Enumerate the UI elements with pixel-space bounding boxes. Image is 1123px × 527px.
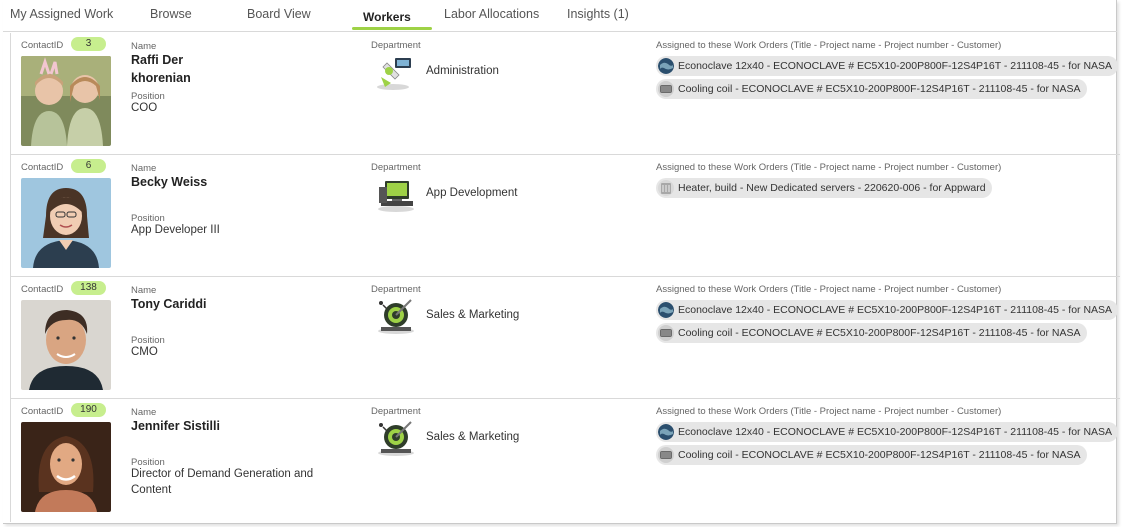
tab-insights[interactable]: Insights (1)	[567, 7, 629, 21]
tab-my-assigned-work[interactable]: My Assigned Work	[10, 7, 113, 21]
work-order-text: Heater, build - New Dedicated servers - …	[678, 182, 986, 194]
tab-browse[interactable]: Browse	[150, 7, 192, 21]
work-order-pill[interactable]: Cooling coil - ECONOCLAVE # EC5X10-200P8…	[656, 445, 1087, 465]
work-order-text: Econoclave 12x40 - ECONOCLAVE # EC5X10-2…	[678, 60, 1113, 72]
work-order-pill[interactable]: Heater, build - New Dedicated servers - …	[656, 178, 992, 198]
work-order-pill[interactable]: Econoclave 12x40 - ECONOCLAVE # EC5X10-2…	[656, 56, 1119, 76]
globe-icon	[658, 58, 674, 74]
worker-row[interactable]: ContactID 6 Name Becky Weiss Position Ap…	[11, 155, 1120, 277]
work-order-text: Econoclave 12x40 - ECONOCLAVE # EC5X10-2…	[678, 304, 1113, 316]
target-icon	[375, 297, 417, 335]
work-order-pill[interactable]: Econoclave 12x40 - ECONOCLAVE # EC5X10-2…	[656, 300, 1119, 320]
work-order-text: Cooling coil - ECONOCLAVE # EC5X10-200P8…	[678, 449, 1081, 461]
contact-id-label: ContactID	[21, 406, 64, 417]
coil-icon	[658, 325, 674, 341]
work-order-pill[interactable]: Cooling coil - ECONOCLAVE # EC5X10-200P8…	[656, 79, 1087, 99]
contact-id-badge: 6	[71, 159, 106, 173]
department-name: Administration	[426, 65, 499, 77]
worker-list: ContactID 3 Name Raffi Der khorenian Pos…	[10, 33, 1120, 522]
contact-id-badge: 3	[71, 37, 106, 51]
worker-position: CMO	[131, 346, 158, 358]
department-label: Department	[371, 284, 421, 295]
tab-labor-allocations[interactable]: Labor Allocations	[444, 7, 539, 21]
work-orders-label: Assigned to these Work Orders (Title - P…	[656, 284, 1002, 295]
work-order-pill[interactable]: Cooling coil - ECONOCLAVE # EC5X10-200P8…	[656, 323, 1087, 343]
contact-id-badge: 190	[71, 403, 106, 417]
work-order-text: Cooling coil - ECONOCLAVE # EC5X10-200P8…	[678, 83, 1081, 95]
contact-id-label: ContactID	[21, 162, 64, 173]
department-label: Department	[371, 40, 421, 51]
worker-name: Tony Cariddi	[131, 297, 207, 311]
contact-id-label: ContactID	[21, 40, 64, 51]
contact-id-badge: 138	[71, 281, 106, 295]
tab-bar: My Assigned Work Browse Board View Worke…	[3, 0, 1117, 32]
department-label: Department	[371, 162, 421, 173]
globe-icon	[658, 302, 674, 318]
coil-icon	[658, 447, 674, 463]
worker-row[interactable]: ContactID 190 Name Jennifer Sistilli Pos…	[11, 399, 1120, 521]
work-order-text: Cooling coil - ECONOCLAVE # EC5X10-200P8…	[678, 327, 1081, 339]
worker-name: Jennifer Sistilli	[131, 419, 220, 433]
worker-position: Director of Demand Generation and Conten…	[131, 468, 314, 496]
target-icon	[375, 419, 417, 457]
department-name: App Development	[426, 187, 518, 199]
work-orders-label: Assigned to these Work Orders (Title - P…	[656, 406, 1002, 417]
tab-workers[interactable]: Workers	[363, 10, 411, 24]
coil-icon	[658, 81, 674, 97]
worker-photo	[21, 422, 111, 512]
worker-position: App Developer III	[131, 224, 220, 236]
heater-icon	[658, 180, 674, 196]
work-orders-label: Assigned to these Work Orders (Title - P…	[656, 162, 1002, 173]
department-name: Sales & Marketing	[426, 431, 520, 443]
worker-position: COO	[131, 102, 158, 114]
contact-id-label: ContactID	[21, 284, 64, 295]
worker-name: Becky Weiss	[131, 175, 208, 189]
computer-icon	[375, 175, 417, 213]
workers-panel: My Assigned Work Browse Board View Worke…	[3, 0, 1120, 524]
worker-photo	[21, 300, 111, 390]
tab-board-view[interactable]: Board View	[247, 7, 311, 21]
administration-icon	[375, 53, 417, 91]
active-tab-indicator	[352, 27, 432, 30]
work-orders-label: Assigned to these Work Orders (Title - P…	[656, 40, 1002, 51]
worker-row[interactable]: ContactID 138 Name Tony Cariddi Position…	[11, 277, 1120, 399]
worker-name: Raffi Der khorenian	[131, 53, 191, 85]
worker-photo	[21, 178, 111, 268]
department-name: Sales & Marketing	[426, 309, 520, 321]
globe-icon	[658, 424, 674, 440]
work-order-pill[interactable]: Econoclave 12x40 - ECONOCLAVE # EC5X10-2…	[656, 422, 1119, 442]
worker-row[interactable]: ContactID 3 Name Raffi Der khorenian Pos…	[11, 33, 1120, 155]
work-order-text: Econoclave 12x40 - ECONOCLAVE # EC5X10-2…	[678, 426, 1113, 438]
department-label: Department	[371, 406, 421, 417]
worker-photo	[21, 56, 111, 146]
